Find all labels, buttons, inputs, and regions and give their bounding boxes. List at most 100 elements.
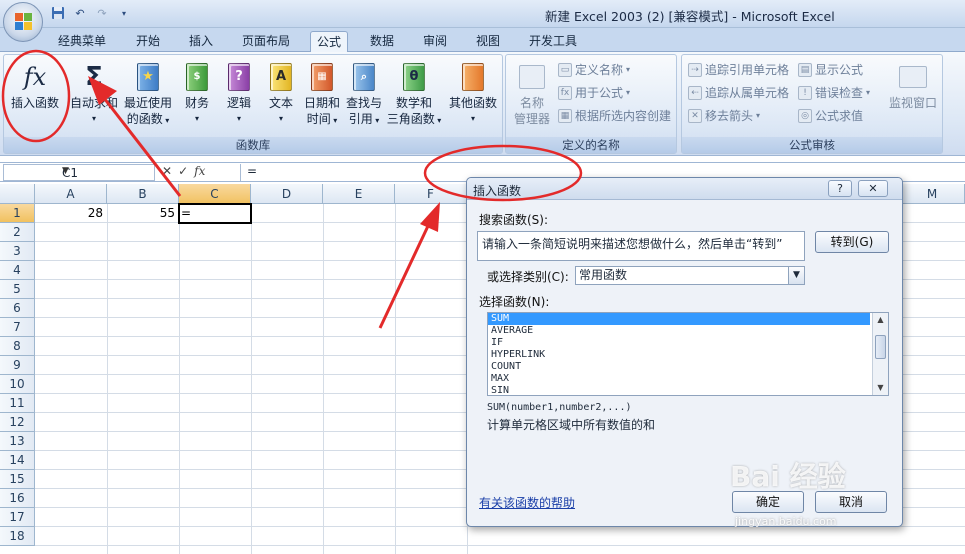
search-function-label: 搜索函数(S): [479,213,549,227]
datetime-button[interactable]: ▦ 日期和 时间 ▾ [302,61,342,129]
logical-button[interactable]: ? 逻辑 ▾ [220,61,258,127]
chevron-down-icon[interactable]: ▼ [788,267,804,284]
scroll-up-icon[interactable]: ▲ [873,313,888,327]
more-functions-button[interactable]: 其他函数 ▾ [446,61,500,127]
function-list-item[interactable]: AVERAGE [488,325,870,337]
function-list-item[interactable]: SUM [488,313,870,325]
row-header-14[interactable]: 14 [0,451,35,470]
function-list-scrollbar[interactable]: ▲ ▼ [872,313,888,395]
lookup-button[interactable]: ⌕ 查找与 引用 ▾ [344,61,384,129]
scroll-down-icon[interactable]: ▼ [873,381,888,395]
create-from-selection-button[interactable]: ▦ 根据所选内容创建 [558,107,671,124]
row-header-2[interactable]: 2 [0,223,35,242]
redo-icon[interactable]: ↷ [94,5,110,21]
tab-formulas[interactable]: 公式 [310,31,349,52]
evaluate-formula-button[interactable]: ◎ 公式求值 [798,107,863,124]
row-header-15[interactable]: 15 [0,470,35,489]
go-button[interactable]: 转到(G) [815,231,889,253]
trace-dependents-button[interactable]: ⇠ 追踪从属单元格 [688,84,789,101]
function-list-item[interactable]: COUNT [488,361,870,373]
column-header-e[interactable]: E [323,184,395,204]
function-list-item[interactable]: IF [488,337,870,349]
trace-dependents-icon: ⇠ [688,85,702,100]
scroll-thumb[interactable] [875,335,886,359]
column-header-m[interactable]: M [900,184,965,204]
quick-access-toolbar: ↶ ↷ ▾ [50,5,132,21]
row-header-5[interactable]: 5 [0,280,35,299]
column-header-b[interactable]: B [107,184,179,204]
row-header-11[interactable]: 11 [0,394,35,413]
row-header-3[interactable]: 3 [0,242,35,261]
dialog-title: 插入函数 [473,184,522,198]
trace-precedents-icon: ⇢ [688,62,702,77]
tab-classic-menu[interactable]: 经典菜单 [52,31,112,52]
enter-icon[interactable]: ✓ [178,164,188,178]
trace-precedents-button[interactable]: ⇢ 追踪引用单元格 [688,61,789,78]
category-select[interactable]: 常用函数 ▼ [575,266,805,285]
lookup-label-1: 查找与 [345,96,382,110]
tab-home[interactable]: 开始 [130,31,166,52]
column-header-a[interactable]: A [35,184,107,204]
row-header-8[interactable]: 8 [0,337,35,356]
undo-icon[interactable]: ↶ [72,5,88,21]
row-header-17[interactable]: 17 [0,508,35,527]
cell-b1[interactable]: 55 [107,204,175,223]
datetime-label-2: 时间 [306,112,331,126]
remove-arrows-button[interactable]: ✕ 移去箭头 ▾ [688,107,760,124]
column-header-f[interactable]: F [395,184,467,204]
chevron-down-icon[interactable]: ▼ [62,166,152,176]
financial-button[interactable]: $ 财务 ▾ [178,61,216,127]
row-header-10[interactable]: 10 [0,375,35,394]
row-header-1[interactable]: 1 [0,204,35,223]
tab-insert[interactable]: 插入 [183,31,219,52]
category-value: 常用函数 [579,268,628,282]
tab-review[interactable]: 审阅 [417,31,453,52]
row-header-12[interactable]: 12 [0,413,35,432]
tab-page-layout[interactable]: 页面布局 [236,31,296,52]
function-list[interactable]: SUM AVERAGE IF HYPERLINK COUNT MAX SIN ▲ ▼ [487,312,889,396]
active-cell-border [178,203,252,224]
autosum-label: 自动求和 [69,96,118,110]
close-icon[interactable]: ✕ [858,180,888,197]
use-in-formula-button[interactable]: fx 用于公式 ▾ [558,84,630,101]
error-checking-button[interactable]: ! 错误检查 ▾ [798,84,870,101]
watch-window-button[interactable]: 监视窗口 [886,61,940,111]
cancel-icon[interactable]: ✕ [162,164,172,178]
group-formula-auditing: ⇢ 追踪引用单元格 ⇠ 追踪从属单元格 ✕ 移去箭头 ▾ ▤ 显示公式 ! 错误… [681,54,943,154]
function-help-link[interactable]: 有关该函数的帮助 [479,494,575,511]
help-icon[interactable]: ? [828,180,852,197]
office-button[interactable] [3,2,43,42]
row-header-9[interactable]: 9 [0,356,35,375]
text-button[interactable]: A 文本 ▾ [262,61,300,127]
row-header-4[interactable]: 4 [0,261,35,280]
insert-function-icon[interactable]: fx [194,164,205,178]
customize-qat-icon[interactable]: ▾ [116,5,132,21]
star-book-icon: ★ [133,61,163,93]
select-all-corner[interactable] [0,184,35,204]
column-header-d[interactable]: D [251,184,323,204]
calendar-book-icon: ▦ [307,61,337,93]
recent-functions-button[interactable]: ★ 最近使用 的函数 ▾ [122,61,174,129]
name-manager-button[interactable]: 名称 管理器 [510,61,554,127]
row-header-16[interactable]: 16 [0,489,35,508]
tab-view[interactable]: 视图 [470,31,506,52]
function-list-item[interactable]: HYPERLINK [488,349,870,361]
name-box[interactable]: C1 ▼ [3,164,155,181]
define-name-button[interactable]: ▭ 定义名称 ▾ [558,61,630,78]
autosum-button[interactable]: Σ 自动求和 ▾ [66,61,122,127]
row-header-13[interactable]: 13 [0,432,35,451]
math-trig-button[interactable]: θ 数学和 三角函数 ▾ [386,61,442,129]
function-list-item[interactable]: MAX [488,373,870,385]
column-header-c[interactable]: C [179,184,251,204]
function-list-item[interactable]: SIN [488,385,870,397]
tab-data[interactable]: 数据 [364,31,400,52]
cell-a1[interactable]: 28 [35,204,103,223]
show-formulas-button[interactable]: ▤ 显示公式 [798,61,863,78]
insert-function-button[interactable]: fx 插入函数 [6,61,64,111]
save-icon[interactable] [50,5,66,21]
tab-developer[interactable]: 开发工具 [523,31,583,52]
row-header-7[interactable]: 7 [0,318,35,337]
row-header-18[interactable]: 18 [0,527,35,546]
row-header-6[interactable]: 6 [0,299,35,318]
search-function-input[interactable]: 请输入一条简短说明来描述您想做什么，然后单击“转到” [477,231,805,261]
